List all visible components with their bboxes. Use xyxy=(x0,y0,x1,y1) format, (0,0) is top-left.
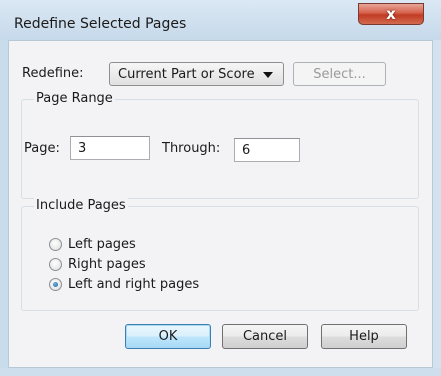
cancel-button-label: Cancel xyxy=(242,329,288,344)
page-label: Page: xyxy=(24,141,60,156)
redefine-label: Redefine: xyxy=(22,66,84,81)
page-range-group-label: Page Range xyxy=(34,91,115,106)
redefine-dropdown[interactable]: Current Part or Score xyxy=(109,62,284,86)
page-field[interactable] xyxy=(70,136,150,160)
select-button-label: Select... xyxy=(313,66,366,82)
redefine-selected-value: Current Part or Score xyxy=(118,67,255,82)
page-range-group: Page Range Page: Through: xyxy=(21,91,419,199)
ok-button[interactable]: OK xyxy=(125,324,211,349)
dialog-client-area: Redefine: Current Part or Score Select..… xyxy=(8,40,433,368)
through-field[interactable] xyxy=(234,138,300,162)
include-pages-group-label: Include Pages xyxy=(34,198,128,213)
title-bar[interactable]: Redefine Selected Pages x xyxy=(0,0,441,40)
close-icon: x xyxy=(386,5,396,23)
radio-button-selected[interactable] xyxy=(49,278,62,291)
radio-left-pages-label: Left pages xyxy=(68,237,136,252)
through-label: Through: xyxy=(162,141,221,156)
radio-left-pages[interactable]: Left pages xyxy=(49,237,136,252)
ok-button-label: OK xyxy=(158,329,178,344)
help-button[interactable]: Help xyxy=(321,324,407,349)
window-title: Redefine Selected Pages xyxy=(14,16,187,32)
help-button-label: Help xyxy=(349,329,379,344)
chevron-down-icon xyxy=(263,72,273,78)
radio-button[interactable] xyxy=(49,258,62,271)
radio-button[interactable] xyxy=(49,238,62,251)
select-button[interactable]: Select... xyxy=(293,62,386,86)
radio-left-and-right-pages[interactable]: Left and right pages xyxy=(49,277,199,292)
radio-left-and-right-pages-label: Left and right pages xyxy=(68,277,200,292)
radio-right-pages-label: Right pages xyxy=(68,257,146,272)
close-button[interactable]: x xyxy=(358,3,424,25)
radio-right-pages[interactable]: Right pages xyxy=(49,257,146,272)
window-bottom-border xyxy=(0,368,441,376)
cancel-button[interactable]: Cancel xyxy=(222,324,308,349)
